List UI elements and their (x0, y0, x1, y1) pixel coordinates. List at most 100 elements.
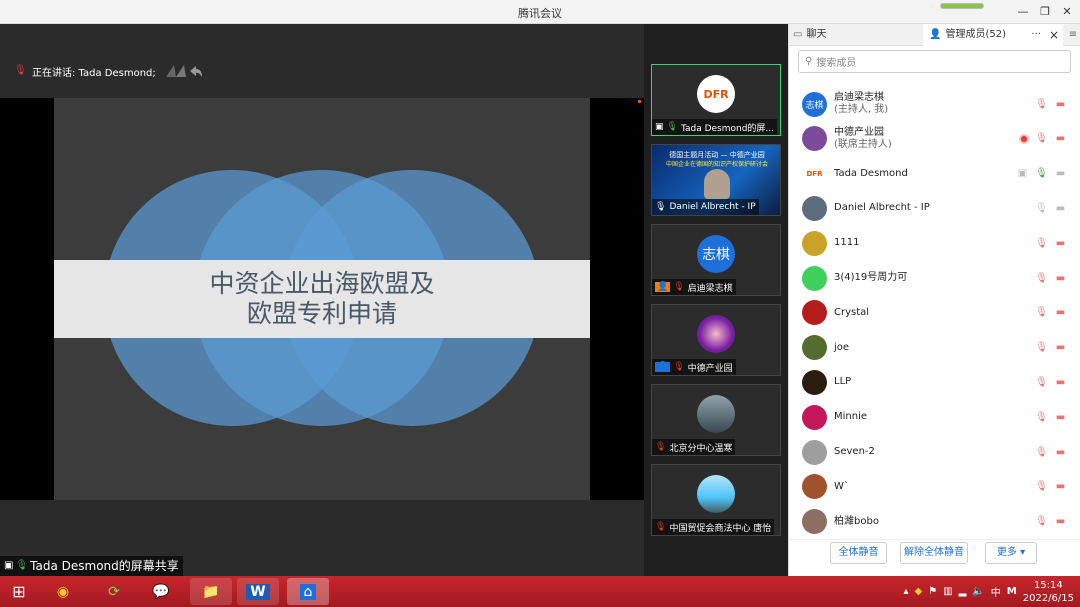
thumbnail-label: ▣ 🎙 Tada Desmond的屏... (652, 119, 777, 135)
mic-active-icon[interactable]: 🎙 (1035, 167, 1048, 180)
member-row[interactable]: 柏濰bobo 🎙 ▬ (789, 505, 1080, 539)
clock[interactable]: 15:14 2022/6/15 (1023, 579, 1074, 605)
member-name-block: LLP (834, 376, 851, 388)
thumbnail-ccpit[interactable]: 🎙 中国贸促会商法中心 唐怡 (651, 464, 781, 536)
camera-off-icon[interactable]: ▬ (1054, 98, 1067, 111)
screen-share-icon[interactable]: ▣ (1016, 167, 1029, 180)
speaking-indicator: 🎙 正在讲话: Tada Desmond; (14, 62, 202, 80)
ime-indicator[interactable]: 中 (991, 584, 1001, 599)
more-options-button[interactable]: ··· (1031, 24, 1041, 46)
camera-off-icon[interactable]: ▬ (1054, 306, 1067, 319)
camera-off-icon[interactable]: ▬ (1054, 515, 1067, 528)
thumbnail-label: 🎙 Daniel Albrecht - IP (652, 199, 759, 215)
mic-muted-icon[interactable]: 🎙 (1035, 446, 1048, 459)
member-search-input[interactable]: ⚲ 搜索成员 (798, 50, 1071, 73)
tray-volume-icon[interactable]: 🔈 (972, 586, 984, 597)
member-status-icons: 🎙 ▬ (1035, 98, 1067, 111)
camera-off-icon[interactable]: ▬ (1054, 480, 1067, 493)
camera-off-icon[interactable]: ▬ (1054, 411, 1067, 424)
tray-expand-icon[interactable]: ▴ (903, 586, 908, 597)
tray-network-icon[interactable]: ▥ (943, 586, 952, 597)
mic-muted-icon[interactable]: 🎙 (1035, 376, 1048, 389)
member-status-icons: 🎙 ▬ (1035, 202, 1067, 215)
member-row[interactable]: 3(4)19号周力可 🎙 ▬ (789, 261, 1080, 295)
restore-button[interactable]: ❐ (1036, 4, 1054, 20)
camera-off-icon[interactable]: ▬ (1054, 237, 1067, 250)
tab-chat[interactable]: ▭ 聊天 (793, 24, 923, 46)
camera-off-icon[interactable]: ▬ (1054, 272, 1067, 285)
member-status-icons: 🎙 ▬ (1035, 411, 1067, 424)
camera-off-icon[interactable]: ▬ (1054, 376, 1067, 389)
tab-members[interactable]: 👤 管理成员(52) ··· × (923, 24, 1063, 46)
thumbnail-tada[interactable]: DFR ▣ 🎙 Tada Desmond的屏... (651, 64, 781, 136)
member-row[interactable]: Seven-2 🎙 ▬ (789, 435, 1080, 469)
shared-screen: 中资企业出海欧盟及 欧盟专利申请 (0, 98, 644, 500)
mic-muted-icon[interactable]: 🎙 (1035, 341, 1048, 354)
member-role: (联席主持人) (834, 138, 892, 150)
clock-time: 15:14 (1033, 579, 1063, 591)
member-row[interactable]: 中德产业园 (联席主持人) 🎙 ▬ (789, 122, 1080, 156)
member-name: 1111 (834, 237, 860, 249)
tray-app-icon[interactable]: ◆ (914, 586, 922, 597)
member-row[interactable]: Daniel Albrecht - IP 🎙 ▬ (789, 191, 1080, 225)
mute-all-button[interactable]: 全体静音 (830, 542, 887, 564)
member-name: Crystal (834, 306, 870, 318)
camera-off-icon[interactable]: ▬ (1054, 167, 1067, 180)
clock-date: 2022/6/15 (1022, 592, 1074, 604)
member-status-icons: 🎙 ▬ (1035, 480, 1067, 493)
mic-muted-icon[interactable]: 🎙 (1035, 237, 1048, 250)
tray-signal-icon[interactable]: ▂ (959, 586, 967, 597)
member-row[interactable]: W` 🎙 ▬ (789, 470, 1080, 504)
thumbnail-zhongde[interactable]: 👤 🎙 中德产业园 (651, 304, 781, 376)
member-row[interactable]: LLP 🎙 ▬ (789, 365, 1080, 399)
app-icon-refresh[interactable]: ⟳ (93, 578, 135, 605)
mic-icon[interactable]: 🎙 (1035, 202, 1048, 215)
screen-icon: ▣ (655, 122, 664, 132)
member-row[interactable]: DFR Tada Desmond ▣ 🎙 ▬ (789, 157, 1080, 191)
member-name-block: Crystal (834, 307, 869, 319)
panel-menu-icon[interactable]: ≡ (1065, 24, 1080, 46)
member-name: joe (834, 341, 850, 353)
thumbnail-zhiqi[interactable]: 志棋 👤 🎙 启迪梁志棋 (651, 224, 781, 296)
tencent-meeting-icon[interactable]: ⌂ (287, 578, 329, 605)
start-button[interactable]: ⊞ (0, 578, 38, 605)
more-button[interactable]: 更多 ▾ (985, 542, 1037, 564)
thumbnail-label: 👤 🎙 启迪梁志棋 (652, 279, 736, 295)
mic-muted-icon[interactable]: 🎙 (1035, 515, 1048, 528)
recording-icon[interactable] (1019, 133, 1029, 144)
app-icon-browser[interactable]: ◉ (42, 578, 84, 605)
member-row[interactable]: 1111 🎙 ▬ (789, 226, 1080, 260)
member-row[interactable]: joe 🎙 ▬ (789, 331, 1080, 365)
thumbnail-beijing[interactable]: 🎙 北京分中心温寒 (651, 384, 781, 456)
member-row[interactable]: Crystal 🎙 ▬ (789, 296, 1080, 330)
thumbnail-name: Daniel Albrecht - IP (669, 202, 756, 212)
close-panel-button[interactable]: × (1049, 24, 1063, 46)
camera-off-icon[interactable]: ▬ (1054, 202, 1067, 215)
mic-muted-icon[interactable]: 🎙 (1035, 411, 1048, 424)
mic-muted-icon[interactable]: 🎙 (1035, 306, 1048, 319)
slide-title-line2: 欧盟专利申请 (246, 299, 397, 328)
video-thumbnail-column: DFR ▣ 🎙 Tada Desmond的屏... 德国主题月活动 — 中德产业园 … (644, 24, 788, 576)
member-name: W` (834, 480, 849, 492)
share-control-icons[interactable] (162, 63, 202, 79)
member-row[interactable]: 志棋 启迪梁志棋 (主持人, 我) 🎙 ▬ (789, 87, 1080, 121)
mic-muted-icon[interactable]: 🎙 (1035, 272, 1048, 285)
member-avatar (802, 300, 827, 326)
word-icon[interactable]: W (237, 578, 279, 605)
folder-icon[interactable]: 📁 (190, 578, 232, 605)
ime-mode-icon[interactable]: M (1007, 586, 1017, 597)
member-row[interactable]: Minnie 🎙 ▬ (789, 400, 1080, 434)
minimize-button[interactable]: — (1014, 4, 1032, 20)
camera-off-icon[interactable]: ▬ (1054, 132, 1067, 145)
camera-off-icon[interactable]: ▬ (1054, 341, 1067, 354)
avatar: 志棋 (697, 235, 735, 273)
camera-off-icon[interactable]: ▬ (1054, 446, 1067, 459)
wechat-icon[interactable]: 💬 (140, 578, 182, 605)
mic-muted-icon[interactable]: 🎙 (1035, 480, 1048, 493)
unmute-all-button[interactable]: 解除全体静音 (900, 542, 968, 564)
mic-muted-icon[interactable]: 🎙 (1035, 132, 1048, 145)
thumbnail-daniel[interactable]: 德国主题月活动 — 中德产业园 中国企业在德国的知识产权保护研讨会 🎙 Danie… (651, 144, 781, 216)
tray-flag-icon[interactable]: ⚑ (928, 586, 937, 597)
mic-muted-icon[interactable]: 🎙 (1035, 98, 1048, 111)
close-window-button[interactable]: ✕ (1058, 4, 1076, 20)
